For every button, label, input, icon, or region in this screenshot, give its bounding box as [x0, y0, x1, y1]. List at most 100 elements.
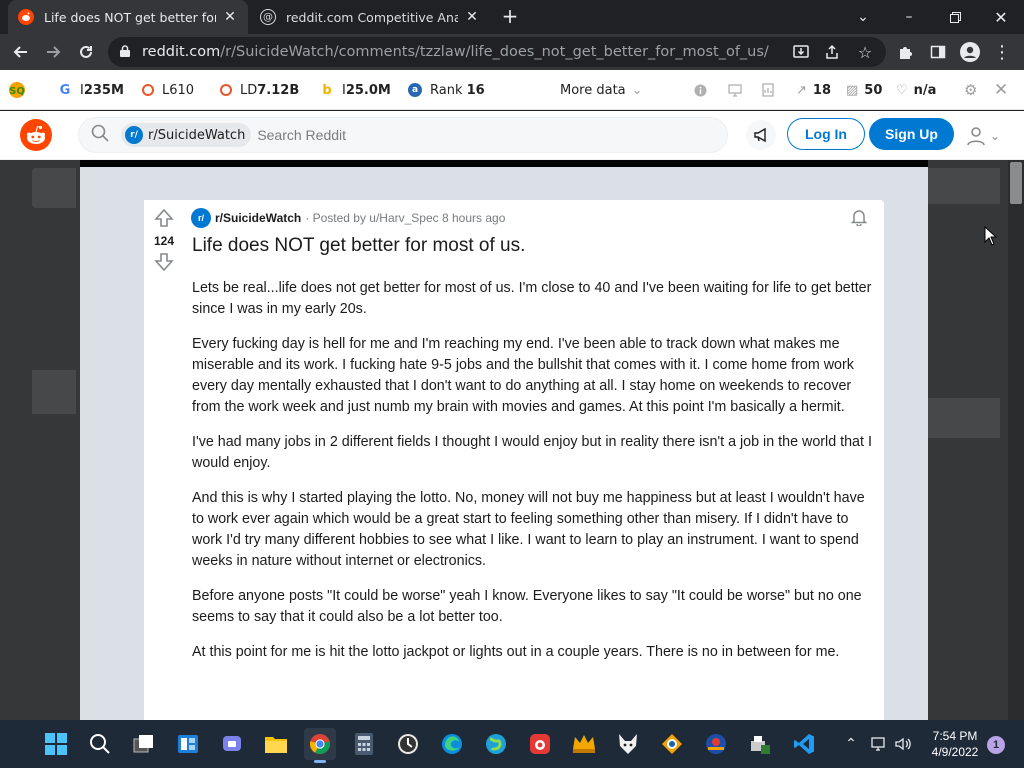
- tab-title: Life does NOT get better for mos: [44, 9, 216, 25]
- tab-search-icon[interactable]: ⌄: [840, 0, 886, 34]
- widgets-icon[interactable]: [172, 728, 204, 760]
- photo-app-icon[interactable]: [656, 728, 688, 760]
- tab-competitive-analysis[interactable]: @ reddit.com Competitive Analysis, ✕: [250, 0, 490, 34]
- url-path: /r/SuicideWatch/comments/tzzlaw/life_doe…: [220, 44, 769, 60]
- alexa-icon: a: [408, 83, 422, 97]
- reddit-header: r/ r/SuicideWatch Log In Sign Up ⌄: [0, 111, 1024, 160]
- settings-gear-icon[interactable]: ⚙: [964, 70, 977, 110]
- post-paragraph: I've had many jobs in 2 different fields…: [192, 434, 872, 471]
- edge-icon[interactable]: [436, 728, 468, 760]
- close-tab-icon[interactable]: ✕: [464, 9, 480, 25]
- tab-title: reddit.com Competitive Analysis,: [286, 9, 458, 25]
- address-bar[interactable]: reddit.com/r/SuicideWatch/comments/tzzla…: [108, 37, 886, 67]
- notification-badge[interactable]: 1: [987, 736, 1005, 754]
- vscode-icon[interactable]: [788, 728, 820, 760]
- seo-external-links[interactable]: ↗ 18: [796, 70, 831, 110]
- backdrop-card: [32, 168, 76, 208]
- reload-button[interactable]: [73, 39, 99, 65]
- upvote-icon[interactable]: [154, 208, 174, 230]
- seo-links[interactable]: L 610: [142, 70, 194, 110]
- post-title: Life does NOT get better for most of us.: [192, 235, 526, 256]
- seo-pages[interactable]: ▨ 50: [846, 70, 882, 110]
- reddit-logo-icon[interactable]: [20, 119, 52, 151]
- info-icon[interactable]: [694, 70, 707, 110]
- search-input[interactable]: [257, 127, 618, 143]
- vote-column: 124: [144, 200, 184, 730]
- scrollbar-thumb[interactable]: [1010, 162, 1022, 204]
- seo-bing-index[interactable]: b I 25.0M: [320, 70, 391, 110]
- game-crown-icon[interactable]: [568, 728, 600, 760]
- file-explorer-icon[interactable]: [260, 728, 292, 760]
- subreddit-search-chip[interactable]: r/ r/SuicideWatch: [121, 123, 252, 147]
- advertise-megaphone-icon[interactable]: [746, 120, 776, 150]
- lock-icon[interactable]: [120, 44, 130, 60]
- backdrop-card: [928, 168, 1000, 204]
- similarweb-favicon-icon: @: [260, 9, 276, 25]
- url-host: reddit.com: [142, 44, 221, 60]
- browser-menu-icon[interactable]: ⋮: [990, 40, 1014, 64]
- semrush-domains-icon: [220, 84, 232, 96]
- seo-value: 25.0M: [345, 82, 391, 98]
- close-window-button[interactable]: ✕: [978, 0, 1024, 34]
- restore-button[interactable]: [932, 0, 978, 34]
- report-icon[interactable]: [762, 70, 774, 110]
- log-in-button[interactable]: Log In: [787, 118, 865, 150]
- new-tab-button[interactable]: +: [499, 6, 521, 28]
- install-app-icon[interactable]: [790, 41, 812, 63]
- more-data-label: More data: [560, 82, 626, 98]
- calculator-icon[interactable]: [348, 728, 380, 760]
- share-icon[interactable]: [821, 41, 843, 63]
- chrome-icon[interactable]: [304, 728, 336, 763]
- bookmark-star-icon[interactable]: ☆: [854, 41, 876, 63]
- more-data-dropdown[interactable]: More data ⌄: [560, 70, 643, 110]
- seo-value: n/a: [913, 82, 937, 98]
- close-bar-icon[interactable]: ✕: [994, 70, 1008, 110]
- downvote-icon[interactable]: [154, 252, 174, 274]
- seo-score[interactable]: ♡ n/a: [896, 70, 936, 110]
- google-icon: G: [59, 82, 71, 98]
- search-icon[interactable]: [84, 728, 116, 760]
- task-view-icon[interactable]: [128, 728, 160, 760]
- show-hidden-icons-icon[interactable]: ⌃: [842, 735, 860, 753]
- minimize-button[interactable]: –: [886, 0, 932, 34]
- density-icon[interactable]: [728, 70, 742, 110]
- seoquake-logo-icon[interactable]: SQ: [8, 70, 26, 110]
- start-windows-icon[interactable]: [40, 728, 72, 760]
- clock-app-icon[interactable]: [392, 728, 424, 760]
- fox-app-icon[interactable]: [612, 728, 644, 760]
- post-card: 124 r/ r/SuicideWatch · Posted by u/Harv…: [144, 200, 884, 730]
- printer-app-icon[interactable]: [744, 728, 776, 760]
- media-app-icon[interactable]: [700, 728, 732, 760]
- teams-chat-icon[interactable]: [216, 728, 248, 760]
- seo-google-index[interactable]: G I 235M: [58, 70, 124, 110]
- post-paragraph: And this is why I started playing the lo…: [192, 490, 865, 569]
- back-button[interactable]: [8, 39, 34, 65]
- seo-prefix: LD: [240, 82, 258, 98]
- extensions-puzzle-icon[interactable]: [894, 40, 918, 64]
- search-icon: [91, 124, 109, 147]
- post-paragraph: At this point for me is hit the lotto ja…: [192, 644, 840, 660]
- system-clock[interactable]: 7:54 PM 4/9/2022: [922, 728, 988, 760]
- network-icon[interactable]: [870, 735, 888, 753]
- volume-icon[interactable]: [894, 735, 912, 753]
- seo-rank[interactable]: a Rank 16: [408, 70, 485, 110]
- seo-linking-domains[interactable]: LD 7.12B: [220, 70, 299, 110]
- post-modal: 124 r/ r/SuicideWatch · Posted by u/Harv…: [80, 160, 928, 730]
- camera-app-icon[interactable]: [524, 728, 556, 760]
- user-menu-dropdown[interactable]: ⌄: [966, 123, 1006, 149]
- seo-value: 50: [864, 82, 883, 98]
- maps-icon[interactable]: [480, 728, 512, 760]
- sign-up-button[interactable]: Sign Up: [869, 118, 954, 150]
- browser-tab-strip: Life does NOT get better for mos ✕ @ red…: [0, 0, 1024, 34]
- side-panel-icon[interactable]: [926, 40, 950, 64]
- browser-toolbar: reddit.com/r/SuicideWatch/comments/tzzla…: [0, 34, 1024, 70]
- notification-bell-icon[interactable]: [850, 208, 868, 231]
- close-tab-icon[interactable]: ✕: [222, 9, 238, 25]
- tab-reddit-post[interactable]: Life does NOT get better for mos ✕: [8, 0, 248, 34]
- scrollbar-track[interactable]: [1008, 160, 1024, 720]
- subreddit-link[interactable]: r/SuicideWatch: [215, 211, 301, 225]
- subreddit-icon[interactable]: r/: [191, 208, 211, 228]
- forward-button[interactable]: [40, 39, 66, 65]
- reddit-search-bar[interactable]: r/ r/SuicideWatch: [78, 117, 728, 153]
- profile-avatar-icon[interactable]: [958, 40, 982, 64]
